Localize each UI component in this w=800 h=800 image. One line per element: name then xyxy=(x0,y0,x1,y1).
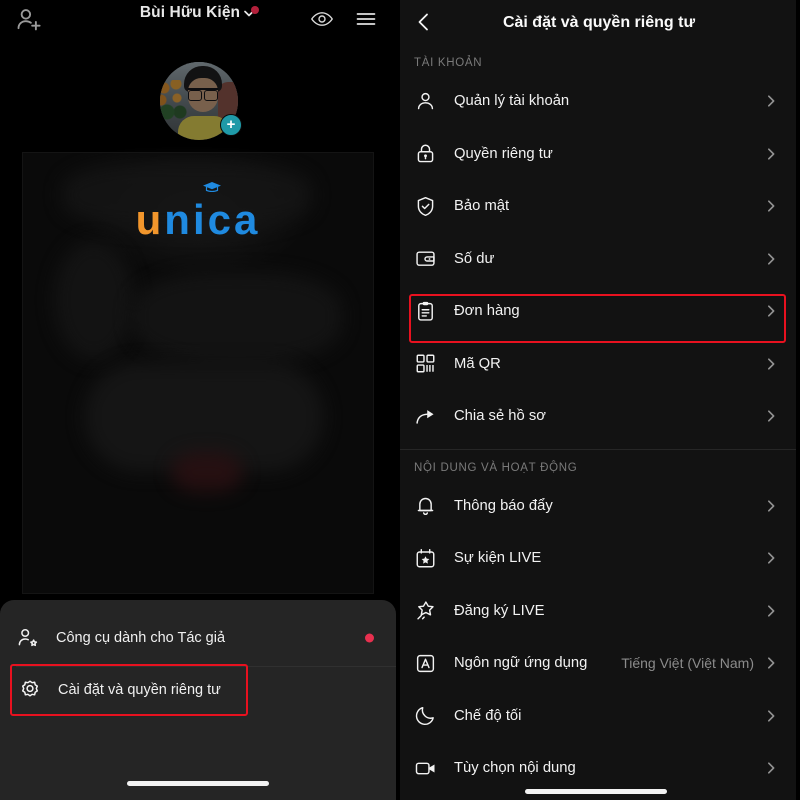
creator-tools-dot xyxy=(365,633,374,643)
page-title: Cài đặt và quyền riêng tư xyxy=(502,13,696,31)
hamburger-menu-icon[interactable] xyxy=(354,7,378,31)
chevron-right-icon xyxy=(764,252,778,266)
chevron-right-icon xyxy=(764,499,778,513)
settings-item-label: Chia sẻ hồ sơ xyxy=(454,408,546,425)
moon-icon xyxy=(414,704,437,727)
profile-topbar: Bùi Hữu Kiện xyxy=(0,0,396,40)
sheet-item-settings-privacy[interactable]: Cài đặt và quyền riêng tư xyxy=(10,664,248,716)
bell-icon xyxy=(414,494,437,517)
gear-icon xyxy=(18,678,42,702)
left-profile-panel: u nica + Bùi Hữu Kiện Công cụ dành cho T… xyxy=(0,0,396,800)
app-screenshot: u nica + Bùi Hữu Kiện Công cụ dành cho T… xyxy=(0,0,800,800)
sheet-item-label: Cài đặt và quyền riêng tư xyxy=(58,682,221,698)
section-label-content: NỘI DUNG VÀ HOẠT ĐỘNG xyxy=(414,461,578,474)
settings-item-ngon-ngu-ung-dung[interactable]: Ngôn ngữ ứng dụng Tiếng Việt (Việt Nam) xyxy=(396,637,796,690)
settings-item-quan-ly-tai-khoan[interactable]: Quản lý tài khoản xyxy=(396,75,796,128)
settings-item-label: Quản lý tài khoản xyxy=(454,93,570,110)
settings-item-don-hang[interactable]: Đơn hàng xyxy=(396,285,796,338)
settings-item-thong-bao-day[interactable]: Thông báo đẩy xyxy=(396,480,796,533)
language-a-icon xyxy=(414,652,437,675)
settings-item-value-language: Tiếng Việt (Việt Nam) xyxy=(621,655,754,672)
video-camera-icon xyxy=(414,757,437,780)
chevron-right-icon xyxy=(764,656,778,670)
chevron-right-icon xyxy=(764,709,778,723)
settings-item-su-kien-live[interactable]: Sự kiện LIVE xyxy=(396,532,796,585)
settings-item-label: Quyền riêng tư xyxy=(454,145,553,162)
add-avatar-badge[interactable]: + xyxy=(220,114,242,136)
share-arrow-icon xyxy=(414,405,437,428)
settings-item-label: Sự kiện LIVE xyxy=(454,550,542,567)
settings-item-label: Tùy chọn nội dung xyxy=(454,760,576,777)
settings-item-che-do-toi[interactable]: Chế độ tối xyxy=(396,690,796,743)
panel-separator xyxy=(396,0,400,800)
person-star-icon xyxy=(16,626,40,650)
username-notification-dot xyxy=(251,6,259,14)
chevron-right-icon xyxy=(764,147,778,161)
section-label-account: TÀI KHOẢN xyxy=(414,57,483,69)
clipboard-icon xyxy=(414,300,437,323)
settings-item-label: Ngôn ngữ ứng dụng xyxy=(454,655,588,672)
unica-logo: u nica xyxy=(0,182,396,244)
settings-item-label: Đơn hàng xyxy=(454,303,520,320)
live-star-icon xyxy=(414,599,437,622)
avatar[interactable]: + xyxy=(160,62,242,140)
settings-item-quyen-rieng-tu[interactable]: Quyền riêng tư xyxy=(396,128,796,181)
settings-item-label: Đăng ký LIVE xyxy=(454,602,545,619)
settings-item-so-du[interactable]: Số dư xyxy=(396,233,796,286)
unica-logo-nica: nica xyxy=(164,196,261,243)
chevron-right-icon xyxy=(764,94,778,108)
settings-item-chia-se-ho-so[interactable]: Chia sẻ hồ sơ xyxy=(396,390,796,443)
lock-icon xyxy=(414,142,437,165)
settings-item-ma-qr[interactable]: Mã QR xyxy=(396,338,796,391)
person-icon xyxy=(414,90,437,113)
settings-panel: Cài đặt và quyền riêng tư TÀI KHOẢN Quản… xyxy=(396,0,796,800)
sheet-item-creator-tools[interactable]: Công cụ dành cho Tác giả xyxy=(0,610,396,666)
home-indicator-right xyxy=(525,789,667,794)
eye-icon[interactable] xyxy=(310,7,334,31)
settings-item-bao-mat[interactable]: Bảo mật xyxy=(396,180,796,233)
unica-logo-u: u xyxy=(135,196,165,243)
settings-item-dang-ky-live[interactable]: Đăng ký LIVE xyxy=(396,585,796,638)
sheet-item-label: Công cụ dành cho Tác giả xyxy=(56,630,226,646)
shield-check-icon xyxy=(414,195,437,218)
settings-item-label: Số dư xyxy=(454,250,495,267)
settings-header: Cài đặt và quyền riêng tư xyxy=(396,0,796,45)
chevron-right-icon xyxy=(764,357,778,371)
chevron-left-icon[interactable] xyxy=(412,10,436,34)
profile-username: Bùi Hữu Kiện xyxy=(139,4,241,21)
chevron-right-icon xyxy=(764,551,778,565)
chevron-right-icon xyxy=(764,409,778,423)
profile-bottom-sheet: Công cụ dành cho Tác giả Cài đặt và quyề… xyxy=(0,600,396,800)
chevron-right-icon xyxy=(764,604,778,618)
profile-username-dropdown[interactable]: Bùi Hữu Kiện xyxy=(0,4,396,22)
chevron-right-icon xyxy=(764,761,778,775)
chevron-right-icon xyxy=(764,199,778,213)
qr-code-icon xyxy=(414,352,437,375)
settings-item-label: Chế độ tối xyxy=(454,707,522,724)
settings-item-label: Bảo mật xyxy=(454,198,510,215)
home-indicator-left xyxy=(127,781,269,786)
graduation-cap-icon xyxy=(203,182,222,192)
wallet-icon xyxy=(414,247,437,270)
settings-item-tuy-chon-noi-dung[interactable]: Tùy chọn nội dung xyxy=(396,742,796,795)
settings-item-label: Mã QR xyxy=(454,355,501,372)
chevron-right-icon xyxy=(764,304,778,318)
settings-item-label: Thông báo đẩy xyxy=(454,497,553,514)
calendar-star-icon xyxy=(414,547,437,570)
